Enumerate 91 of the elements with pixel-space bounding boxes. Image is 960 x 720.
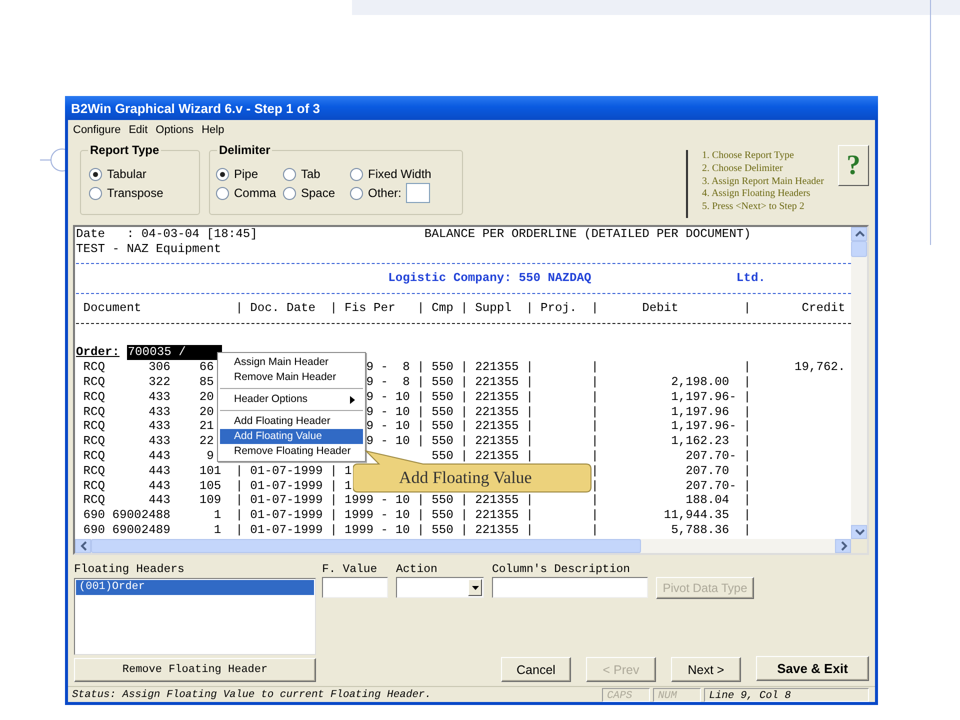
step-text: 3. Assign Report Main Header	[702, 176, 825, 188]
menu-item[interactable]: Remove Main Header	[220, 370, 363, 385]
scroll-right-button[interactable]	[835, 539, 851, 553]
field-label: Column's Description	[492, 563, 632, 577]
report-text: RCQ 433 20	[82, 390, 214, 405]
radio-button[interactable]	[350, 186, 363, 200]
radio-button[interactable]	[89, 186, 102, 200]
report-text: 9 - 8 | 550 | 221355 | | | 19,762.	[366, 360, 846, 375]
field-label: F. Value	[322, 563, 378, 577]
group-label: Delimiter	[217, 143, 272, 157]
report-text: RCQ 306 66	[82, 360, 214, 375]
order-label: Order:	[76, 345, 120, 360]
field-label: Floating Headers	[74, 563, 186, 577]
list-item[interactable]: (001)Order	[76, 580, 314, 595]
dropdown-button[interactable]	[468, 579, 482, 596]
report-text: Document | Doc. Date | Fis Per | Cmp | Suppl | Proj. | Debit | Credit	[82, 300, 846, 316]
report-text: RCQ 443 109 | 01-07-1999 | 1999 - 10 | 550 | 221355 | | 188.04 |	[82, 493, 751, 508]
step-text: 5. Press <Next> to Step 2	[702, 201, 806, 214]
step-text: 2. Choose Delimiter	[702, 162, 784, 176]
report-text: 9 - 10 | 550 | 221355 | | 1,162.23 |	[366, 434, 751, 449]
report-text: TEST - NAZ Equipment	[76, 242, 222, 257]
group-label: Report Type	[88, 143, 162, 157]
radio-label: Tabular	[107, 167, 146, 181]
radio-label: Fixed Width	[368, 167, 432, 181]
radio-button[interactable]	[350, 168, 363, 180]
help-button[interactable]: ?	[838, 145, 869, 186]
scroll-thumb[interactable]	[851, 241, 867, 257]
radio-label: Pipe	[234, 167, 258, 181]
description-field[interactable]	[492, 577, 648, 598]
status-text: Status: Assign Floating Value to current Floating Header.	[72, 689, 432, 701]
remove-header-button[interactable]: Remove Floating Header	[74, 658, 316, 682]
report-title: Logistic Company: 550 NAZDAQ Ltd.	[387, 271, 766, 286]
menu-item[interactable]: Help	[198, 124, 228, 136]
report-text: | 207.70- |	[591, 478, 751, 494]
report-text: 9 - 8 | 550 | 221355 | | 2,198.00 |	[366, 374, 751, 390]
radio-button[interactable]	[283, 168, 296, 180]
menu-item[interactable]: Configure	[69, 124, 125, 136]
wizard-button[interactable]: Cancel	[501, 657, 571, 682]
circle-decoration	[40, 147, 65, 173]
report-text: RCQ 433 22	[82, 434, 214, 449]
selected-text[interactable]: 700035 /	[126, 345, 222, 360]
report-text: 9 - 10 | 550 | 221355 | | 1,197.96 |	[366, 404, 751, 420]
report-text: 9 - 10 | 550 | 221355 | | 1,197.96- |	[366, 390, 751, 405]
cursor-position: Line 9, Col 8	[704, 688, 869, 702]
step-text: 4. Assign Floating Headers	[702, 188, 812, 202]
report-text: Date : 04-03-04 [18:45] BALANCE PER ORDERLINE (DETAILED PER DOCUMENT)	[76, 227, 751, 242]
report-text: RCQ 433 21	[82, 419, 214, 434]
radio-button[interactable]	[283, 186, 296, 200]
menu-item[interactable]: Remove Floating Header	[220, 444, 363, 459]
menu-item[interactable]: Add Floating Header	[220, 414, 363, 429]
radio-label: Tab	[301, 167, 320, 181]
report-text: 690 69002488 1 | 01-07-1999 | 1999 - 10 | 550 | 221355 | | 11,944.35 |	[82, 508, 751, 523]
step-text: 1. Choose Report Type	[702, 150, 795, 163]
report-text: RCQ 322 85	[82, 374, 214, 390]
scroll-down-button[interactable]	[851, 525, 867, 539]
caret-icon	[472, 586, 478, 590]
radio-button[interactable]	[216, 186, 229, 200]
status-indicator: CAPS	[602, 688, 650, 702]
report-text: RCQ 433 20	[82, 404, 214, 420]
scroll-up-button[interactable]	[851, 227, 867, 241]
window-title: B2Win Graphical Wizard 6.v - Step 1 of 3	[71, 100, 320, 116]
radio-label: Comma	[234, 186, 276, 200]
menu-item[interactable]: Add Floating Value	[220, 429, 363, 444]
submenu-arrow-icon	[350, 396, 355, 404]
report-text: | 207.70 |	[591, 464, 751, 479]
menu-item[interactable]: Header Options	[220, 392, 363, 407]
radio-button[interactable]	[216, 168, 229, 180]
radio-label: Other:	[368, 186, 402, 200]
field-label: Action	[396, 563, 438, 577]
status-indicator: NUM	[653, 688, 701, 702]
wizard-button[interactable]: Save & Exit	[756, 656, 869, 681]
menu-item[interactable]: Assign Main Header	[220, 355, 363, 370]
report-text: 9 - 10 | 550 | 221355 | | 1,197.96- |	[366, 419, 751, 434]
other-field[interactable]	[406, 183, 430, 203]
value-field[interactable]	[322, 577, 388, 598]
scrollbar-corner	[851, 539, 867, 553]
menu-item[interactable]: Edit	[124, 124, 152, 136]
action-dropdown[interactable]	[396, 577, 484, 598]
scroll-thumb[interactable]	[91, 539, 641, 553]
menu-item[interactable]: Options	[152, 124, 198, 136]
report-text: RCQ 443 105 | 01-07-1999 | 1	[82, 478, 352, 494]
report-text: RCQ 443 9	[82, 448, 214, 464]
callout-text: Add Floating Value	[399, 467, 532, 489]
radio-label: Transpose	[107, 186, 164, 200]
radio-button[interactable]	[89, 168, 102, 180]
radio-label: Space	[301, 186, 336, 200]
report-text: 550 | 221355 | | 207.70- |	[432, 448, 751, 464]
report-text: 690 69002489 1 | 01-07-1999 | 1999 - 10 | 550 | 221355 | | 5,788.36 |	[82, 522, 751, 538]
wizard-button[interactable]: Next >	[671, 657, 741, 682]
scroll-left-button[interactable]	[75, 539, 91, 553]
report-text: RCQ 443 101 | 01-07-1999 | 1	[82, 464, 352, 479]
